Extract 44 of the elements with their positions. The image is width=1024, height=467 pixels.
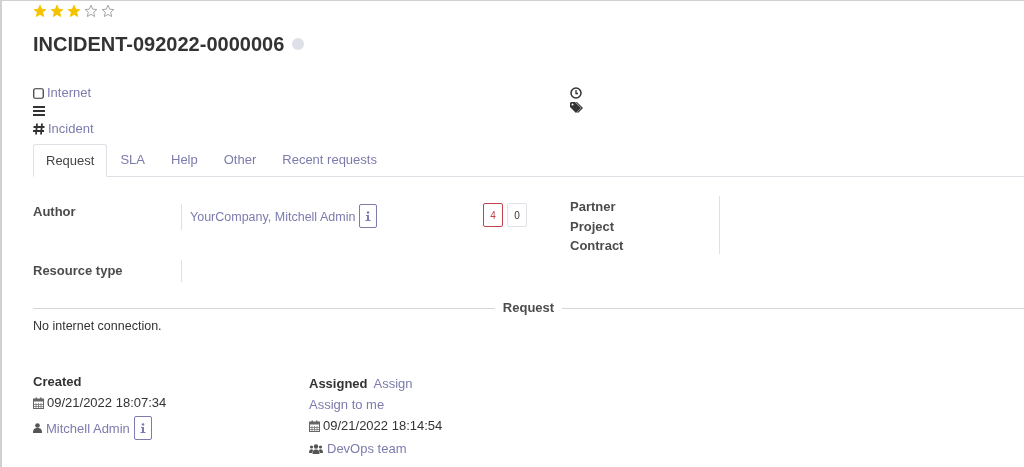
field-label: Resource type bbox=[33, 263, 124, 279]
count-button[interactable]: 4 bbox=[483, 203, 503, 227]
meta-link[interactable]: Internet bbox=[47, 83, 92, 103]
field-label: Created bbox=[33, 373, 83, 390]
team-link[interactable]: DevOps team bbox=[327, 438, 407, 459]
request-description: No internet connection. bbox=[33, 318, 163, 335]
tab[interactable]: Recent requests bbox=[269, 144, 390, 176]
count-button[interactable]: 0 bbox=[507, 203, 527, 227]
author-link[interactable]: YourCompany, Mitchell Admin bbox=[190, 208, 356, 227]
user-icon bbox=[33, 423, 42, 434]
field-label: Partner bbox=[570, 198, 617, 216]
tab[interactable]: Request bbox=[33, 144, 108, 177]
calendar-icon bbox=[33, 396, 44, 409]
calendar-icon bbox=[309, 420, 320, 432]
hash-icon bbox=[33, 123, 45, 135]
empty-star-icon bbox=[101, 4, 115, 18]
info-icon bbox=[139, 423, 146, 434]
tab[interactable]: Help bbox=[158, 144, 211, 176]
users-icon bbox=[309, 443, 323, 454]
assigned-date: 09/21/2022 18:14:54 bbox=[323, 417, 443, 436]
field-label: Contract bbox=[570, 237, 625, 255]
empty-star-icon bbox=[84, 4, 98, 18]
user-link[interactable]: Mitchell Admin bbox=[46, 418, 130, 438]
created-date: 09/21/2022 18:07:34 bbox=[47, 393, 167, 412]
menu-icon bbox=[33, 106, 45, 116]
info-icon bbox=[365, 211, 372, 221]
field-label: Assigned bbox=[309, 374, 368, 393]
tags-icon bbox=[570, 102, 584, 114]
meta-link[interactable]: Incident bbox=[48, 119, 94, 139]
info-button[interactable] bbox=[359, 204, 378, 228]
assign-link[interactable]: Assign bbox=[373, 373, 413, 394]
assign-to-me-link[interactable]: Assign to me bbox=[309, 397, 443, 414]
ticket-title: INCIDENT-092022-0000006 bbox=[33, 32, 285, 57]
clock-icon bbox=[570, 87, 582, 99]
tab[interactable]: Other bbox=[210, 144, 270, 176]
field-label: Author bbox=[33, 204, 77, 220]
filled-star-icon bbox=[50, 4, 64, 18]
section-title: Request bbox=[501, 301, 556, 315]
tab[interactable]: SLA bbox=[107, 144, 158, 176]
filled-star-icon bbox=[67, 4, 81, 18]
field-label: Project bbox=[570, 217, 616, 236]
square-icon bbox=[33, 87, 44, 99]
info-button[interactable] bbox=[133, 416, 152, 441]
filled-star-icon bbox=[33, 4, 47, 18]
